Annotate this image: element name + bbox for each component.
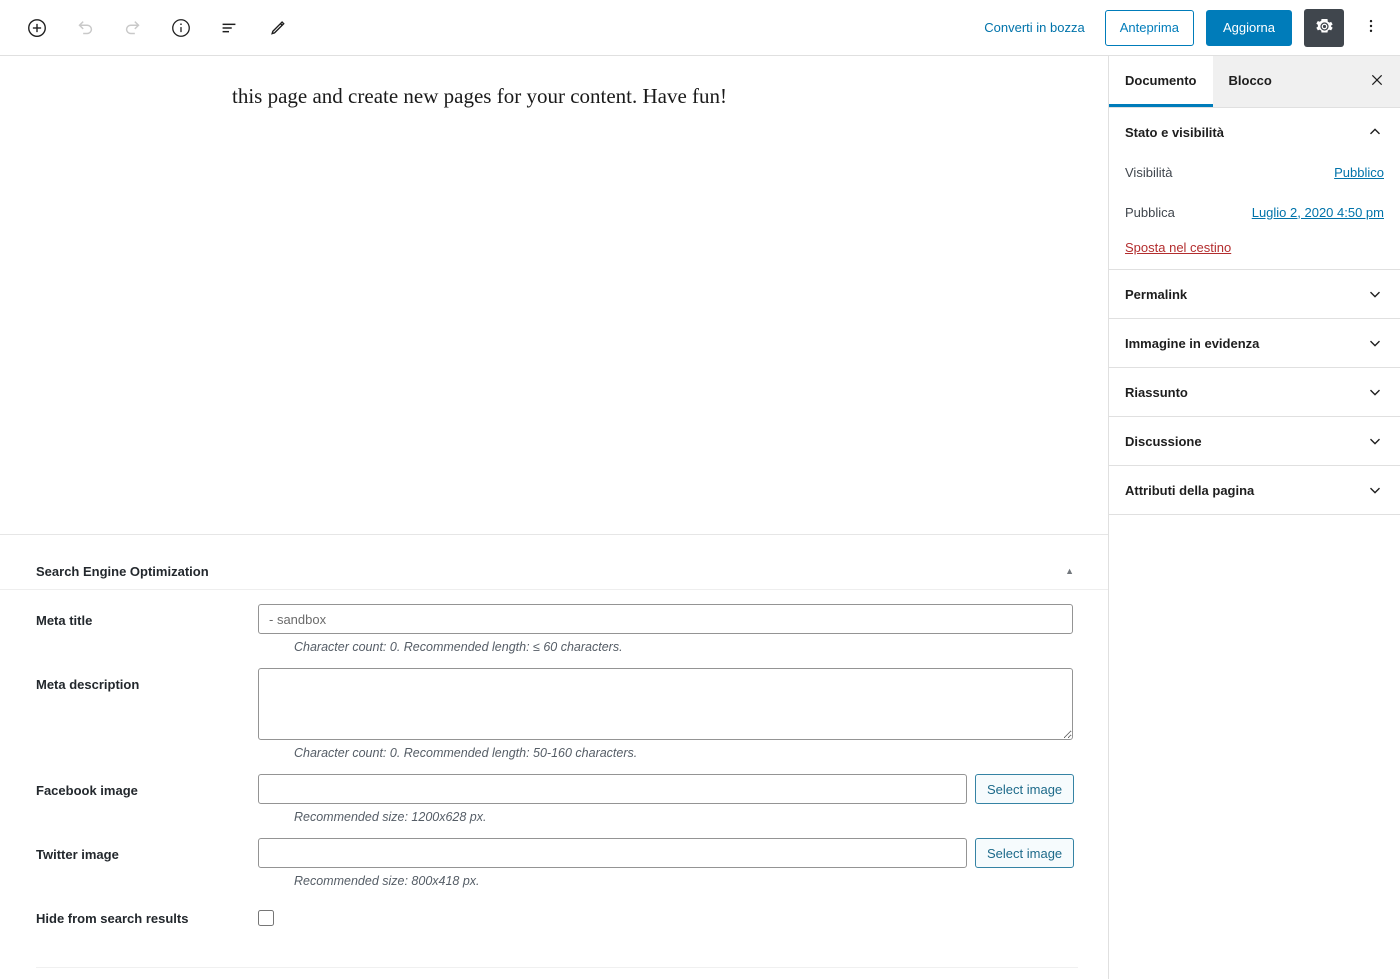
visibility-row: Visibilità Pubblico [1125,156,1384,188]
panel-stato-e-visibilita: Stato e visibilità Visibilità Pubblico P… [1109,108,1400,270]
list-view-icon[interactable] [212,11,246,45]
twitter-select-image-button[interactable]: Select image [975,838,1075,868]
panel-discussione-header[interactable]: Discussione [1109,417,1400,465]
meta-description-help: Character count: 0. Recommended length: … [294,746,638,760]
close-icon [1369,72,1385,91]
panel-attributi-title: Attributi della pagina [1125,482,1255,498]
sidebar-tabs: Documento Blocco [1109,56,1400,108]
panel-riassunto-header[interactable]: Riassunto [1109,368,1400,416]
twitter-image-row: Twitter image Select image [36,838,1078,868]
info-icon[interactable] [164,11,198,45]
hide-from-search-row: Hide from search results [36,902,1078,926]
top-bar-left-tools [0,11,294,45]
tab-blocco[interactable]: Blocco [1213,56,1288,107]
facebook-image-input[interactable] [258,774,967,804]
panel-attributi-header[interactable]: Attributi della pagina [1109,466,1400,514]
switch-to-draft-button[interactable]: Converti in bozza [976,14,1092,41]
panel-discussione-title: Discussione [1125,433,1202,449]
visibility-label: Visibilità [1125,164,1173,180]
panel-immagine-header[interactable]: Immagine in evidenza [1109,319,1400,367]
panel-riassunto-title: Riassunto [1125,384,1188,400]
panel-permalink-title: Permalink [1125,286,1188,302]
chevron-down-icon [1366,383,1384,401]
chevron-down-icon [1366,285,1384,303]
move-to-trash-link[interactable]: Sposta nel cestino [1125,240,1231,255]
chevron-down-icon [1366,334,1384,352]
seo-metabox-title: Search Engine Optimization [36,564,209,579]
preview-button[interactable]: Anteprima [1104,9,1194,46]
panel-discussione: Discussione [1109,417,1400,466]
meta-description-label: Meta description [36,677,140,692]
panel-stato-title: Stato e visibilità [1125,124,1224,140]
undo-icon[interactable] [68,11,102,45]
facebook-image-row: Facebook image Select image [36,774,1078,804]
ellipsis-vertical-icon [1362,17,1380,38]
more-options-button[interactable] [1356,10,1386,46]
publish-label: Pubblica [1125,204,1175,220]
publish-row: Pubblica Luglio 2, 2020 4:50 pm [1125,196,1384,228]
meta-title-row: Meta title [36,604,1078,634]
gutenberg-editor-window: Converti in bozza Anteprima Aggiorna thi… [0,0,1400,979]
hide-from-search-label: Hide from search results [36,911,189,926]
redo-icon[interactable] [116,11,150,45]
publish-date-link[interactable]: Luglio 2, 2020 4:50 pm [1252,205,1384,220]
panel-immagine-title: Immagine in evidenza [1125,335,1260,351]
facebook-image-help: Recommended size: 1200x628 px. [294,810,487,824]
editor-canvas[interactable]: this page and create new pages for your … [0,56,1108,535]
meta-title-help: Character count: 0. Recommended length: … [294,640,623,654]
hide-from-search-checkbox[interactable] [258,910,274,926]
settings-button[interactable] [1304,8,1344,47]
facebook-image-label: Facebook image [36,783,138,798]
pencil-icon[interactable] [260,11,294,45]
metabox-bottom-divider [36,967,1078,968]
twitter-image-label: Twitter image [36,847,119,862]
panel-attributi-della-pagina: Attributi della pagina [1109,466,1400,515]
seo-metabox-body: Meta title Character count: 0. Recommend… [0,590,1108,926]
settings-sidebar: Documento Blocco Stato e visibilità Visi… [1108,56,1400,979]
add-block-icon[interactable] [20,11,54,45]
meta-title-label: Meta title [36,613,93,628]
twitter-image-help: Recommended size: 800x418 px. [294,874,480,888]
seo-metabox-header[interactable]: Search Engine Optimization ▲ [0,554,1108,590]
chevron-down-icon [1366,432,1384,450]
editor-top-bar: Converti in bozza Anteprima Aggiorna [0,0,1400,56]
chevron-up-icon [1366,123,1384,141]
facebook-select-image-button[interactable]: Select image [975,774,1075,804]
panel-permalink: Permalink [1109,270,1400,319]
panel-immagine-in-evidenza: Immagine in evidenza [1109,319,1400,368]
meta-description-input[interactable] [258,668,1073,740]
twitter-image-input[interactable] [258,838,967,868]
close-sidebar-button[interactable] [1354,56,1400,107]
panel-permalink-header[interactable]: Permalink [1109,270,1400,318]
panel-stato-body: Visibilità Pubblico Pubblica Luglio 2, 2… [1109,156,1400,269]
tab-documento[interactable]: Documento [1109,56,1213,107]
panel-riassunto: Riassunto [1109,368,1400,417]
gear-icon [1315,17,1334,39]
meta-description-row: Meta description [36,668,1078,740]
visibility-value-link[interactable]: Pubblico [1334,165,1384,180]
update-button[interactable]: Aggiorna [1205,9,1292,46]
meta-title-input[interactable] [258,604,1073,634]
panel-stato-header[interactable]: Stato e visibilità [1109,108,1400,156]
content-paragraph[interactable]: this page and create new pages for your … [0,77,1108,113]
top-bar-right-actions: Converti in bozza Anteprima Aggiorna [976,8,1400,47]
seo-metabox: Search Engine Optimization ▲ Meta title … [0,536,1108,979]
chevron-down-icon [1366,481,1384,499]
collapse-triangle-icon[interactable]: ▲ [1061,563,1078,580]
